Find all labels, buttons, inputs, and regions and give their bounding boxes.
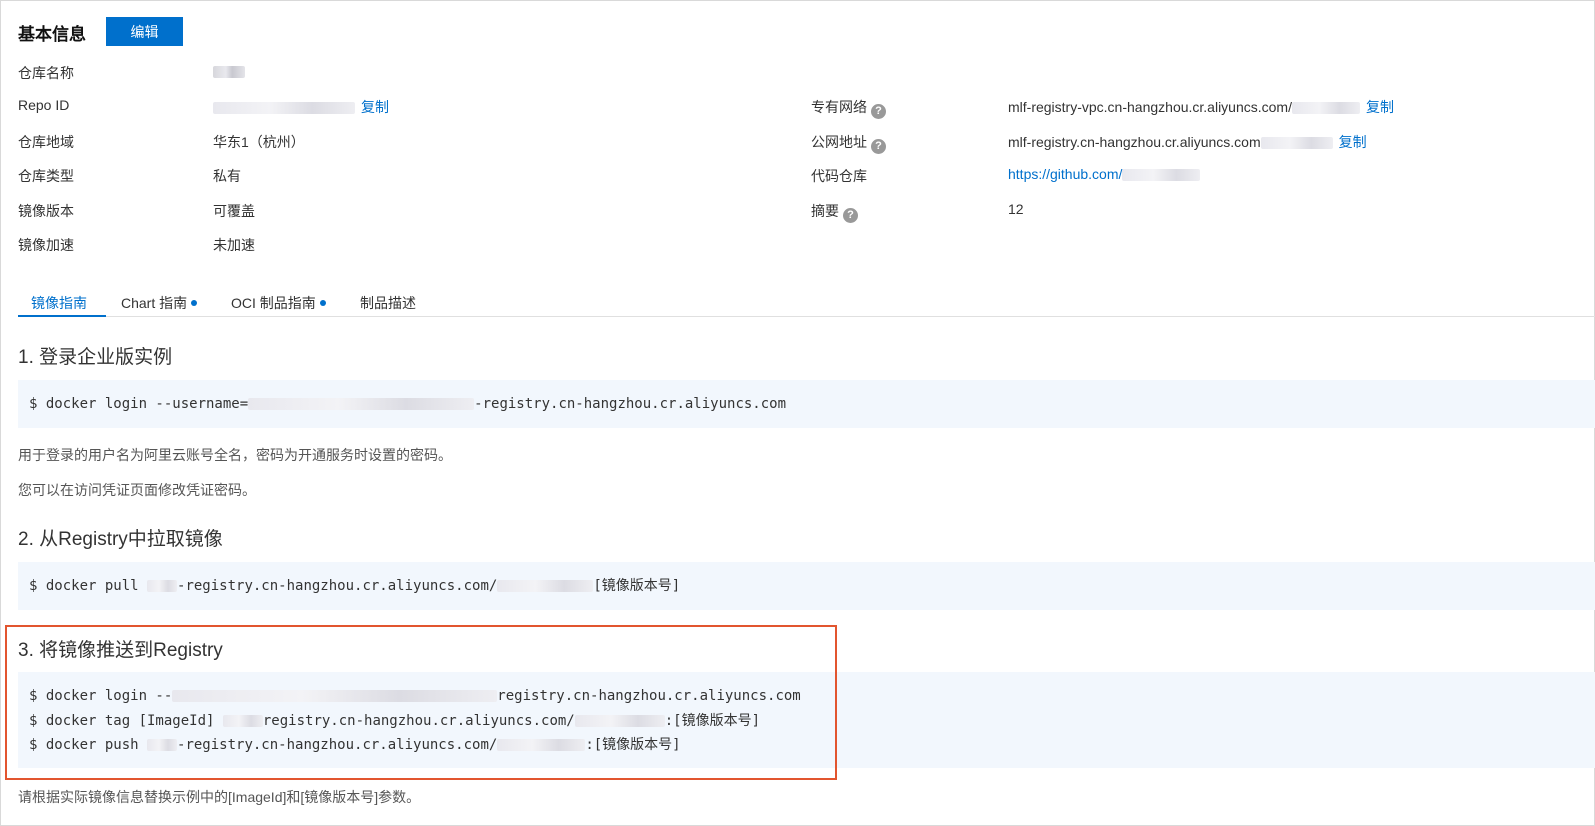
redacted-code [147,580,178,592]
label-repo-region: 仓库地域 [18,134,74,150]
label-repo-id: Repo ID [18,97,70,113]
code-text: $ docker pull [29,578,148,594]
value-public-address: mlf-registry.cn-hangzhou.cr.aliyuncs.com… [1008,132,1367,152]
code-text: $ docker login --username= [29,396,249,412]
public-address: mlf-registry.cn-hangzhou.cr.aliyuncs.com [1008,134,1261,150]
redacted-code [497,580,594,592]
section-title-basic-info: 基本信息 [18,25,86,44]
section-login-title: 1. 登录企业版实例 [18,347,173,368]
section-pull-title: 2. 从Registry中拉取镜像 [18,529,223,550]
copy-public-address-link[interactable]: 复制 [1339,134,1367,150]
tab-chart-guide[interactable]: Chart 指南 [121,286,198,317]
label-public-address: 公网地址? [811,132,886,154]
login-note-1: 用于登录的用户名为阿里云账号全名，密码为开通服务时设置的密码。 [18,447,452,463]
tab-oci-guide[interactable]: OCI 制品指南 [231,286,326,317]
guide-tabs: 镜像指南 Chart 指南 OCI 制品指南 制品描述 [18,286,1595,317]
value-code-repo: https://github.com/ [1008,166,1201,182]
code-text: [镜像版本号] [593,578,681,594]
copy-repo-id-link[interactable]: 复制 [361,99,389,115]
label-image-acceleration: 镜像加速 [18,237,74,253]
code-text: -registry.cn-hangzhou.cr.aliyuncs.com [474,396,787,412]
help-icon[interactable]: ? [871,104,886,119]
code-block-pull: $ docker pull -registry.cn-hangzhou.cr.a… [18,562,1595,610]
tab-artifact-description[interactable]: 制品描述 [360,286,416,317]
label-digest-text: 摘要 [811,203,839,219]
tab-chart-guide-label: Chart 指南 [121,295,188,311]
label-public-address-text: 公网地址 [811,134,867,150]
value-repo-id: 复制 [213,97,389,117]
label-repo-type: 仓库类型 [18,168,74,184]
value-vpc: mlf-registry-vpc.cn-hangzhou.cr.aliyuncs… [1008,97,1394,117]
tab-image-guide[interactable]: 镜像指南 [18,286,106,317]
redacted-code-repo-path [1122,169,1201,182]
redacted-repo-id [213,102,355,115]
redacted-vpc-suffix [1292,102,1360,115]
code-line: $ docker login --username= -registry.cn-h… [18,392,1595,417]
login-note-2: 您可以在访问凭证页面修改凭证密码。 [18,482,256,498]
label-repo-name: 仓库名称 [18,65,74,81]
label-code-repo: 代码仓库 [811,168,867,184]
vpc-address: mlf-registry-vpc.cn-hangzhou.cr.aliyuncs… [1008,99,1292,115]
value-repo-type: 私有 [213,168,241,184]
copy-vpc-link[interactable]: 复制 [1366,99,1394,115]
new-dot-icon [191,300,198,306]
label-image-version: 镜像版本 [18,203,74,219]
value-image-acceleration: 未加速 [213,237,255,253]
label-vpc-text: 专有网络 [811,99,867,115]
label-vpc: 专有网络? [811,97,886,119]
value-digest: 12 [1008,201,1024,217]
redacted-repo-name [213,66,245,79]
code-text: -registry.cn-hangzhou.cr.aliyuncs.com/ [177,578,498,594]
help-icon[interactable]: ? [843,208,858,223]
help-icon[interactable]: ? [871,139,886,154]
edit-button[interactable]: 编辑 [106,17,183,46]
value-repo-region: 华东1（杭州） [213,134,305,150]
code-repo-link[interactable]: https://github.com/ [1008,166,1122,182]
new-dot-icon [319,300,326,306]
redacted-code [248,398,475,410]
value-image-version: 可覆盖 [213,203,255,219]
highlight-box [5,625,837,780]
tab-oci-guide-label: OCI 制品指南 [231,295,316,311]
code-block-login: $ docker login --username= -registry.cn-h… [18,380,1595,428]
footer-note: 请根据实际镜像信息替换示例中的[ImageId]和[镜像版本号]参数。 [18,789,421,805]
label-digest: 摘要? [811,201,858,223]
value-repo-name [213,63,245,79]
code-line: $ docker pull -registry.cn-hangzhou.cr.a… [18,574,1595,599]
redacted-public-suffix [1260,137,1333,150]
